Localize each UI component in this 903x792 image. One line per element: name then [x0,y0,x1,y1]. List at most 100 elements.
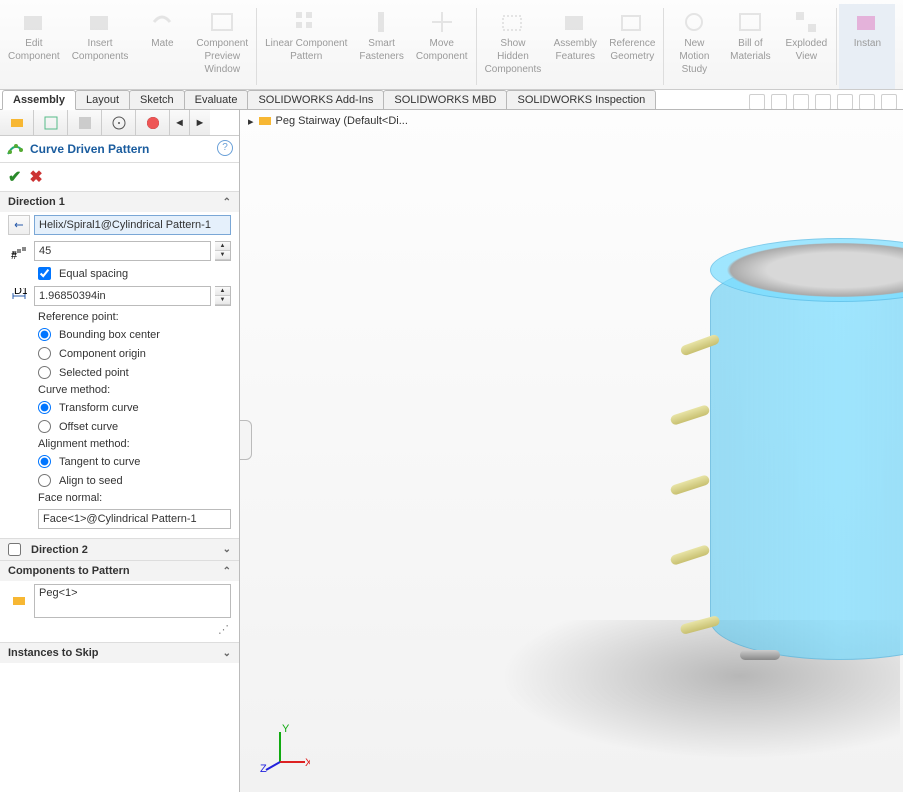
tab-evaluate[interactable]: Evaluate [184,90,249,109]
instance-count-input[interactable]: 45 [34,241,211,261]
table-icon [736,8,764,36]
curve-transform-radio[interactable] [38,401,51,414]
chevron-down-icon: ⌄ [223,544,231,555]
scene-icon[interactable] [837,94,853,110]
align-seed-radio[interactable] [38,474,51,487]
insert-components-button[interactable]: InsertComponents [66,4,135,89]
ref-bounding-radio[interactable] [38,328,51,341]
align-tangent-radio[interactable] [38,455,51,468]
exploded-view-button[interactable]: ExplodedView [778,4,834,89]
command-ribbon: EditComponent InsertComponents Mate Comp… [0,0,903,90]
config-icon [77,115,93,131]
tab-sketch[interactable]: Sketch [129,90,185,109]
svg-text:Y: Y [282,723,290,735]
graphics-area[interactable]: ▸ Peg Stairway (Default<Di... Y X Z [240,110,903,792]
tab-inspection[interactable]: SOLIDWORKS Inspection [506,90,656,109]
linear-pattern-button[interactable]: Linear ComponentPattern [259,4,353,89]
tab-addins[interactable]: SOLIDWORKS Add-Ins [247,90,384,109]
svg-text:X: X [305,757,310,769]
curve-method-label: Curve method: [0,382,239,398]
tab-mbd[interactable]: SOLIDWORKS MBD [383,90,507,109]
peg-instance [669,544,710,566]
show-hidden-button[interactable]: ShowHiddenComponents [479,4,548,89]
cancel-button[interactable]: ✖ [29,167,42,187]
direction-curve-input[interactable]: Helix/Spiral1@Cylindrical Pattern-1 [34,215,231,235]
motion-study-button[interactable]: NewMotionStudy [666,4,722,89]
cube-insert-icon [86,8,114,36]
feature-icon [561,8,589,36]
mate-button[interactable]: Mate [134,4,190,89]
nav-left-tab[interactable]: ◄ [170,110,190,135]
orientation-triad[interactable]: Y X Z [260,722,310,772]
smart-fasteners-button[interactable]: SmartFasteners [353,4,409,89]
assembly-icon [258,114,272,128]
breadcrumb[interactable]: ▸ Peg Stairway (Default<Di... [248,114,408,128]
chevron-up-icon: ⌃ [223,566,231,577]
motion-icon [680,8,708,36]
tab-layout[interactable]: Layout [75,90,130,109]
feature-manager-tab[interactable] [0,110,34,135]
ref-origin-radio[interactable] [38,347,51,360]
spacing-spinner[interactable]: ▲▼ [215,286,231,306]
spacing-input[interactable]: 1.96850394in [34,286,211,306]
direction2-checkbox[interactable] [8,543,21,556]
instant-icon [853,8,881,36]
section-view-icon[interactable] [793,94,809,110]
display-manager-tab[interactable] [136,110,170,135]
view-toolbar [749,94,897,110]
expand-handle-icon[interactable]: ⋰ [218,624,229,636]
confirm-bar: ✔ ✖ [0,163,239,191]
property-manager-panel: ◄ ► Curve Driven Pattern ? ✔ ✖ Direction… [0,110,240,792]
reverse-direction-button[interactable] [8,215,30,235]
ref-selected-radio[interactable] [38,366,51,379]
face-normal-label: Face normal: [0,490,239,506]
instances-skip-header[interactable]: Instances to Skip⌄ [0,643,239,663]
arrow-bidir-icon [13,219,25,231]
curve-offset-radio[interactable] [38,420,51,433]
property-manager-tab[interactable] [34,110,68,135]
clip-icon [148,8,176,36]
plane-icon [618,8,646,36]
components-header[interactable]: Components to Pattern⌃ [0,561,239,581]
move-component-button[interactable]: MoveComponent [410,4,474,89]
bolt-icon [368,8,396,36]
components-list[interactable]: Peg<1> [34,584,231,618]
instant-button[interactable]: Instan [839,4,895,89]
expand-tree-icon[interactable]: ▸ [248,115,254,128]
zoom-area-icon[interactable] [771,94,787,110]
nav-right-tab[interactable]: ► [190,110,210,135]
ok-button[interactable]: ✔ [8,167,21,187]
view-settings-icon[interactable] [859,94,875,110]
svg-text:#: # [11,250,18,259]
assembly-features-button[interactable]: AssemblyFeatures [547,4,603,89]
preview-window-button[interactable]: ComponentPreviewWindow [190,4,254,89]
panel-flyout-handle[interactable] [240,420,252,460]
display-style-icon[interactable] [815,94,831,110]
reference-point-label: Reference point: [0,309,239,325]
reference-geometry-button[interactable]: ReferenceGeometry [603,4,661,89]
edit-component-button[interactable]: EditComponent [2,4,66,89]
count-spinner[interactable]: ▲▼ [215,241,231,261]
explode-icon [792,8,820,36]
chevron-down-icon: ⌄ [223,648,231,659]
cube-hidden-icon [499,8,527,36]
equal-spacing-checkbox[interactable] [38,267,51,280]
peg-instance [669,474,710,496]
assembly-icon [9,115,25,131]
grid-pattern-icon [292,8,320,36]
feature-title: Curve Driven Pattern [30,142,149,156]
help-icon[interactable]: ? [217,140,233,156]
zoom-fit-icon[interactable] [749,94,765,110]
component-icon [8,591,30,611]
model-cylinder [710,260,903,660]
face-normal-input[interactable]: Face<1>@Cylindrical Pattern-1 [38,509,231,529]
config-manager-tab[interactable] [68,110,102,135]
tab-assembly[interactable]: Assembly [2,90,76,110]
dimxpert-tab[interactable] [102,110,136,135]
more-views-icon[interactable] [881,94,897,110]
direction1-header[interactable]: Direction 1⌃ [0,192,239,212]
window-icon [208,8,236,36]
bom-button[interactable]: Bill ofMaterials [722,4,778,89]
direction2-header[interactable]: Direction 2 ⌄ [0,539,239,560]
curve-pattern-icon [6,140,24,158]
